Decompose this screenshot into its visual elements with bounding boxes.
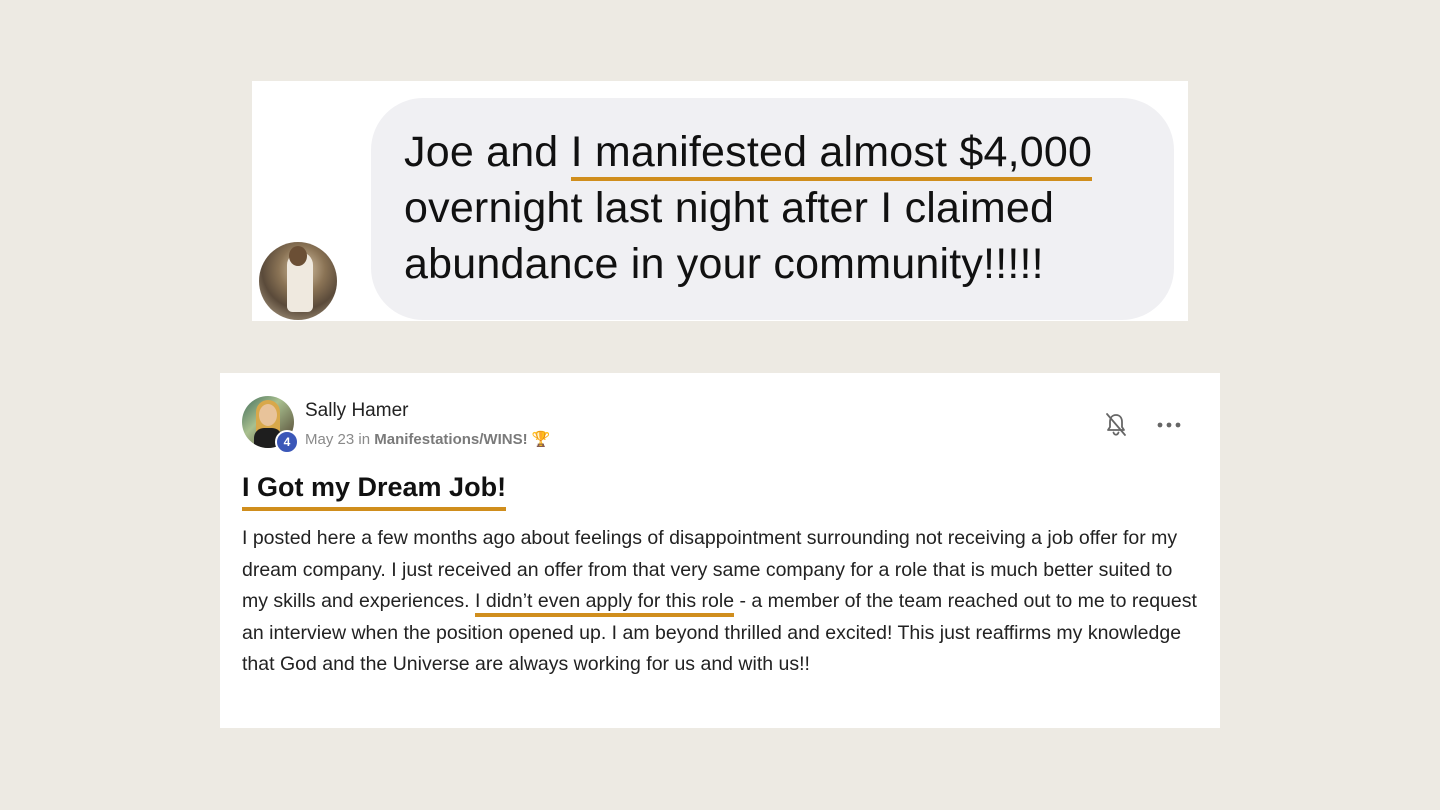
post-meta-in: in	[358, 431, 371, 448]
post-date[interactable]: May 23	[305, 431, 354, 448]
bell-off-icon	[1106, 413, 1126, 436]
post-meta: May 23 in Manifestations/WINS! 🏆	[305, 430, 550, 448]
message-text-after: overnight last night after I claimed abu…	[404, 184, 1055, 288]
message-text: Joe and I manifested almost $4,000 overn…	[404, 124, 1164, 292]
more-horizontal-icon	[1157, 422, 1181, 428]
author-name[interactable]: Sally Hamer	[305, 400, 408, 422]
post-category[interactable]: Manifestations/WINS!	[374, 431, 527, 448]
message-text-before: Joe and	[404, 128, 571, 176]
message-highlight: I manifested almost $4,000	[570, 128, 1093, 181]
post-title[interactable]: I Got my Dream Job!	[242, 472, 507, 511]
avatar-head	[289, 246, 307, 266]
post-body-highlight: I didn’t even apply for this role	[475, 590, 735, 617]
level-badge: 4	[275, 430, 299, 454]
message-bubble: Joe and I manifested almost $4,000 overn…	[371, 98, 1174, 320]
more-options-button[interactable]	[1156, 415, 1182, 435]
message-card: Joe and I manifested almost $4,000 overn…	[252, 81, 1188, 321]
trophy-icon: 🏆	[531, 431, 551, 448]
notifications-off-button[interactable]	[1104, 412, 1128, 438]
avatar-face	[259, 404, 277, 426]
post-body: I posted here a few months ago about fee…	[242, 523, 1202, 681]
sender-avatar[interactable]	[259, 242, 337, 320]
post-card: 4 Sally Hamer May 23 in Manifestations/W…	[220, 373, 1220, 728]
